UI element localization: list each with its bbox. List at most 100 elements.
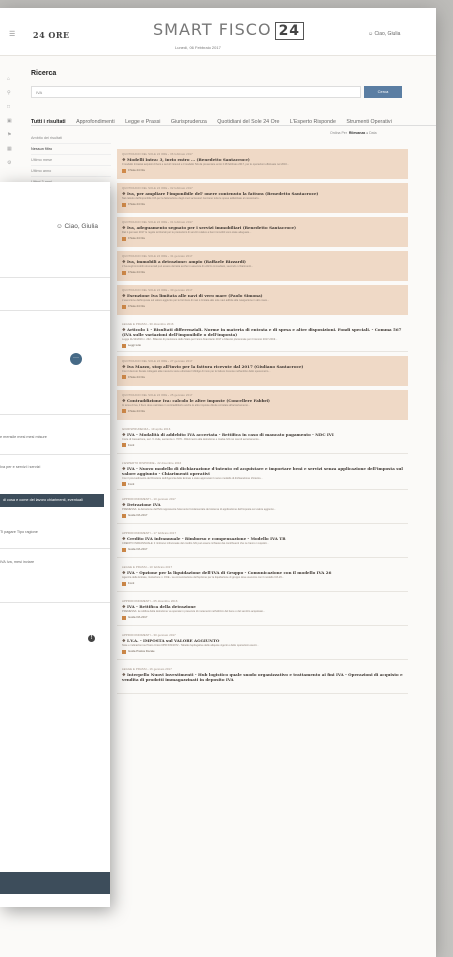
result-link[interactable]: Il Sole 24 Ore — [122, 202, 403, 207]
result-link[interactable]: Guida IVA 2017 — [122, 513, 403, 518]
result-card[interactable]: QUOTIDIANO DEL SOLE 24 ORE · 06 febbraio… — [117, 149, 408, 179]
sidebar-item-last-month[interactable]: Ultimo mese — [31, 155, 111, 166]
result-title[interactable]: ❖ I.V.A. - IMPOSTA sul VALORE AGGIUNTO — [122, 638, 403, 643]
front-list-item[interactable]: e mensile mesi mesi misure — [0, 435, 104, 440]
source-icon — [122, 168, 126, 173]
result-title[interactable]: ❖ Detrazione IVA — [122, 502, 403, 507]
result-title[interactable]: ❖ IVA - Opzione per la liquidazione dell… — [122, 570, 403, 575]
result-source: QUOTIDIANO DEL SOLE 24 ORE · 30 gennaio … — [122, 288, 193, 292]
result-title[interactable]: ❖ Iva Mazzo, stop all'invio per la fattu… — [122, 364, 403, 369]
user-icon: ☺ — [56, 223, 63, 230]
result-source: APPROFONDIMENTI · 10 gennaio 2017 — [122, 497, 176, 502]
result-title[interactable]: ❖ Contraddizione Iva: calcolo le altre i… — [122, 398, 403, 403]
folder-icon[interactable]: ▣ — [7, 118, 12, 124]
result-link[interactable]: Il Sole 24 Ore — [122, 409, 403, 414]
result-title[interactable]: ❖ Esenzione Iva limitata alle navi di ve… — [122, 293, 403, 298]
result-title[interactable]: ❖ Interpello Nuovi Investimenti - Hub lo… — [122, 672, 403, 682]
result-card[interactable]: QUOTIDIANO DEL SOLE 24 ORE · 30 gennaio … — [117, 285, 408, 315]
result-card[interactable]: QUOTIDIANO DEL SOLE 24 ORE · 31 gennaio … — [117, 251, 408, 281]
result-title[interactable]: ❖ Modelli Intra: 3, invio entro ... (Ben… — [122, 157, 403, 162]
front-user-menu[interactable]: ☺ Ciao, Giulia — [56, 223, 98, 230]
result-title[interactable]: ❖ IVA - Modalità di addebito IVA accerta… — [122, 432, 403, 437]
sidebar-item-no-filter[interactable]: Nessun filtro — [31, 144, 111, 155]
result-title[interactable]: ❖ Credito IVA infrannuale - Rimborso e c… — [122, 536, 403, 541]
more-button[interactable]: ··· — [70, 353, 82, 365]
search-icon[interactable]: ⚲ — [7, 90, 11, 96]
result-card[interactable]: APPROFONDIMENTI · 30 gennaio 2017 ❖ I.V.A… — [117, 630, 408, 661]
tab-giurisprudenza[interactable]: Giurisprudenza — [171, 115, 207, 125]
result-link[interactable]: Il Sole 24 Ore — [122, 236, 403, 241]
result-link[interactable]: Guida Pratica Fiscale — [122, 649, 403, 654]
result-title[interactable]: ❖ IVA - Nuovo modello di dichiarazione d… — [122, 466, 403, 476]
tab-quotidiani[interactable]: Quotidiani del Sole 24 Ore — [217, 115, 279, 125]
result-link[interactable]: Fonti — [122, 482, 403, 487]
result-link[interactable]: Il Sole 24 Ore — [122, 304, 403, 309]
toggle-icon[interactable]: ● — [366, 131, 368, 135]
tab-legge-prassi[interactable]: Legge e Prassi — [125, 115, 160, 125]
circle-icon: ❖ — [122, 431, 126, 437]
bookmark-icon[interactable]: ⚑ — [7, 132, 11, 138]
front-list-item[interactable]: Ti pagare Tipo ragione — [0, 530, 104, 535]
result-card[interactable]: GIURISPRUDENZA · 19 aprile 2016 ❖ IVA - M… — [117, 424, 408, 454]
tab-approfondimenti[interactable]: Approfondimenti — [76, 115, 115, 125]
search-input[interactable]: IVA — [31, 86, 361, 98]
result-card[interactable]: LEGGE E PRASSI · 30 dicembre 2016 ❖ Artic… — [117, 319, 408, 352]
result-link[interactable]: Il Sole 24 Ore — [122, 168, 403, 173]
result-card[interactable]: APPROFONDIMENTI · 05 dicembre 2016 ❖ IVA … — [117, 596, 408, 627]
result-link[interactable]: Guida IVA 2017 — [122, 547, 403, 552]
result-snippet: CREDITO INFRANNUALE: il rimborso infrann… — [122, 542, 269, 546]
document-icon[interactable]: □ — [7, 104, 10, 110]
front-list-item-active[interactable]: di cosa e come del lavoro chiarimenti, e… — [0, 494, 104, 507]
result-title[interactable]: ❖ IVA - Rettifica della detrazione — [122, 604, 403, 609]
result-card[interactable]: QUOTIDIANO DEL SOLE 24 ORE · 01 febbraio… — [117, 217, 408, 247]
result-snippet: In tema di Iva, il fisco deve calcolare … — [122, 403, 251, 407]
source-icon — [122, 443, 126, 448]
sort-bar: Ordina Per Rilevanza ● Data — [330, 131, 377, 135]
result-link[interactable]: Il Sole 24 Ore — [122, 375, 403, 380]
result-title[interactable]: ❖ Iva, adeguamento segnato per i servizi… — [122, 225, 403, 230]
result-link[interactable]: Leggi tutto — [122, 343, 403, 348]
home-icon[interactable]: ⌂ — [7, 76, 10, 82]
result-link[interactable]: Fonti — [122, 443, 403, 448]
user-menu[interactable]: ☺ Ciao, Giulia — [368, 31, 400, 37]
tab-strumenti[interactable]: Strumenti Operativi — [346, 115, 391, 125]
result-link[interactable]: Fonti — [122, 581, 403, 586]
sidebar-item-last-year[interactable]: Ultimo anno — [31, 166, 111, 177]
result-card[interactable]: APPROFONDIMENTI · 17 febbraio 2017 ❖ Cred… — [117, 528, 408, 559]
source-icon — [122, 375, 126, 380]
sort-relevance[interactable]: Rilevanza — [349, 131, 365, 135]
front-list-item[interactable]: IVA Iva, mesi inviare — [0, 560, 104, 565]
front-user-greeting: Ciao, Giulia — [64, 223, 99, 230]
brand-number: 24 — [274, 22, 305, 40]
result-link[interactable]: Guida IVA 2017 — [122, 615, 403, 620]
search-button[interactable]: Cerca — [364, 86, 402, 98]
result-card[interactable]: QUOTIDIANO DEL SOLE 24 ORE · 02 febbraio… — [117, 183, 408, 213]
result-card[interactable]: L'ESPERTO RISPONDE · 22 dicembre 2016 ❖ I… — [117, 458, 408, 491]
divider — [0, 277, 110, 278]
circle-icon: ❖ — [122, 259, 126, 264]
result-card[interactable]: LEGGE E PRASSI · 16 gennaio 2017 ❖ Interp… — [117, 664, 408, 695]
result-card[interactable]: LEGGE E PRASSI · 10 febbraio 2017 ❖ IVA -… — [117, 562, 408, 593]
sort-date[interactable]: Data — [369, 131, 376, 135]
result-title[interactable]: ❖ Articolo 1 - Risultati differenziali. … — [122, 327, 403, 337]
result-card[interactable]: APPROFONDIMENTI · 10 gennaio 2017 ❖ Detra… — [117, 494, 408, 525]
result-link[interactable]: Il Sole 24 Ore — [122, 270, 403, 275]
calendar-icon[interactable]: ▦ — [7, 146, 12, 152]
source-icon — [122, 409, 126, 414]
source-icon — [122, 547, 126, 552]
result-title[interactable]: ❖ Iva, per ampliare l'imponibile del' on… — [122, 191, 403, 196]
info-icon[interactable]: ! — [88, 635, 95, 642]
result-card[interactable]: QUOTIDIANO DEL SOLE 24 ORE · 25 gennaio … — [117, 389, 408, 420]
result-card[interactable]: QUOTIDIANO DEL SOLE 24 ORE · 27 gennaio … — [117, 355, 408, 386]
search-title: Ricerca — [31, 70, 57, 77]
tab-esperto[interactable]: L'Esperto Risponde — [290, 115, 336, 125]
front-list-item[interactable]: Iva per e servizi i servizi — [0, 465, 104, 470]
tab-all[interactable]: Tutti i risultati — [31, 115, 66, 125]
settings-icon[interactable]: ⚙ — [7, 160, 11, 166]
hamburger-icon[interactable]: ☰ — [9, 30, 15, 38]
result-snippet: Corte di Cassazione, sez. V civile, sent… — [122, 437, 261, 441]
result-source: QUOTIDIANO DEL SOLE 24 ORE · 31 gennaio … — [122, 254, 193, 258]
logo[interactable]: 24 ORE — [33, 30, 70, 40]
divider — [0, 414, 110, 415]
result-title[interactable]: ❖ Iva, immobili a detrazione: ampio (Raf… — [122, 259, 403, 264]
